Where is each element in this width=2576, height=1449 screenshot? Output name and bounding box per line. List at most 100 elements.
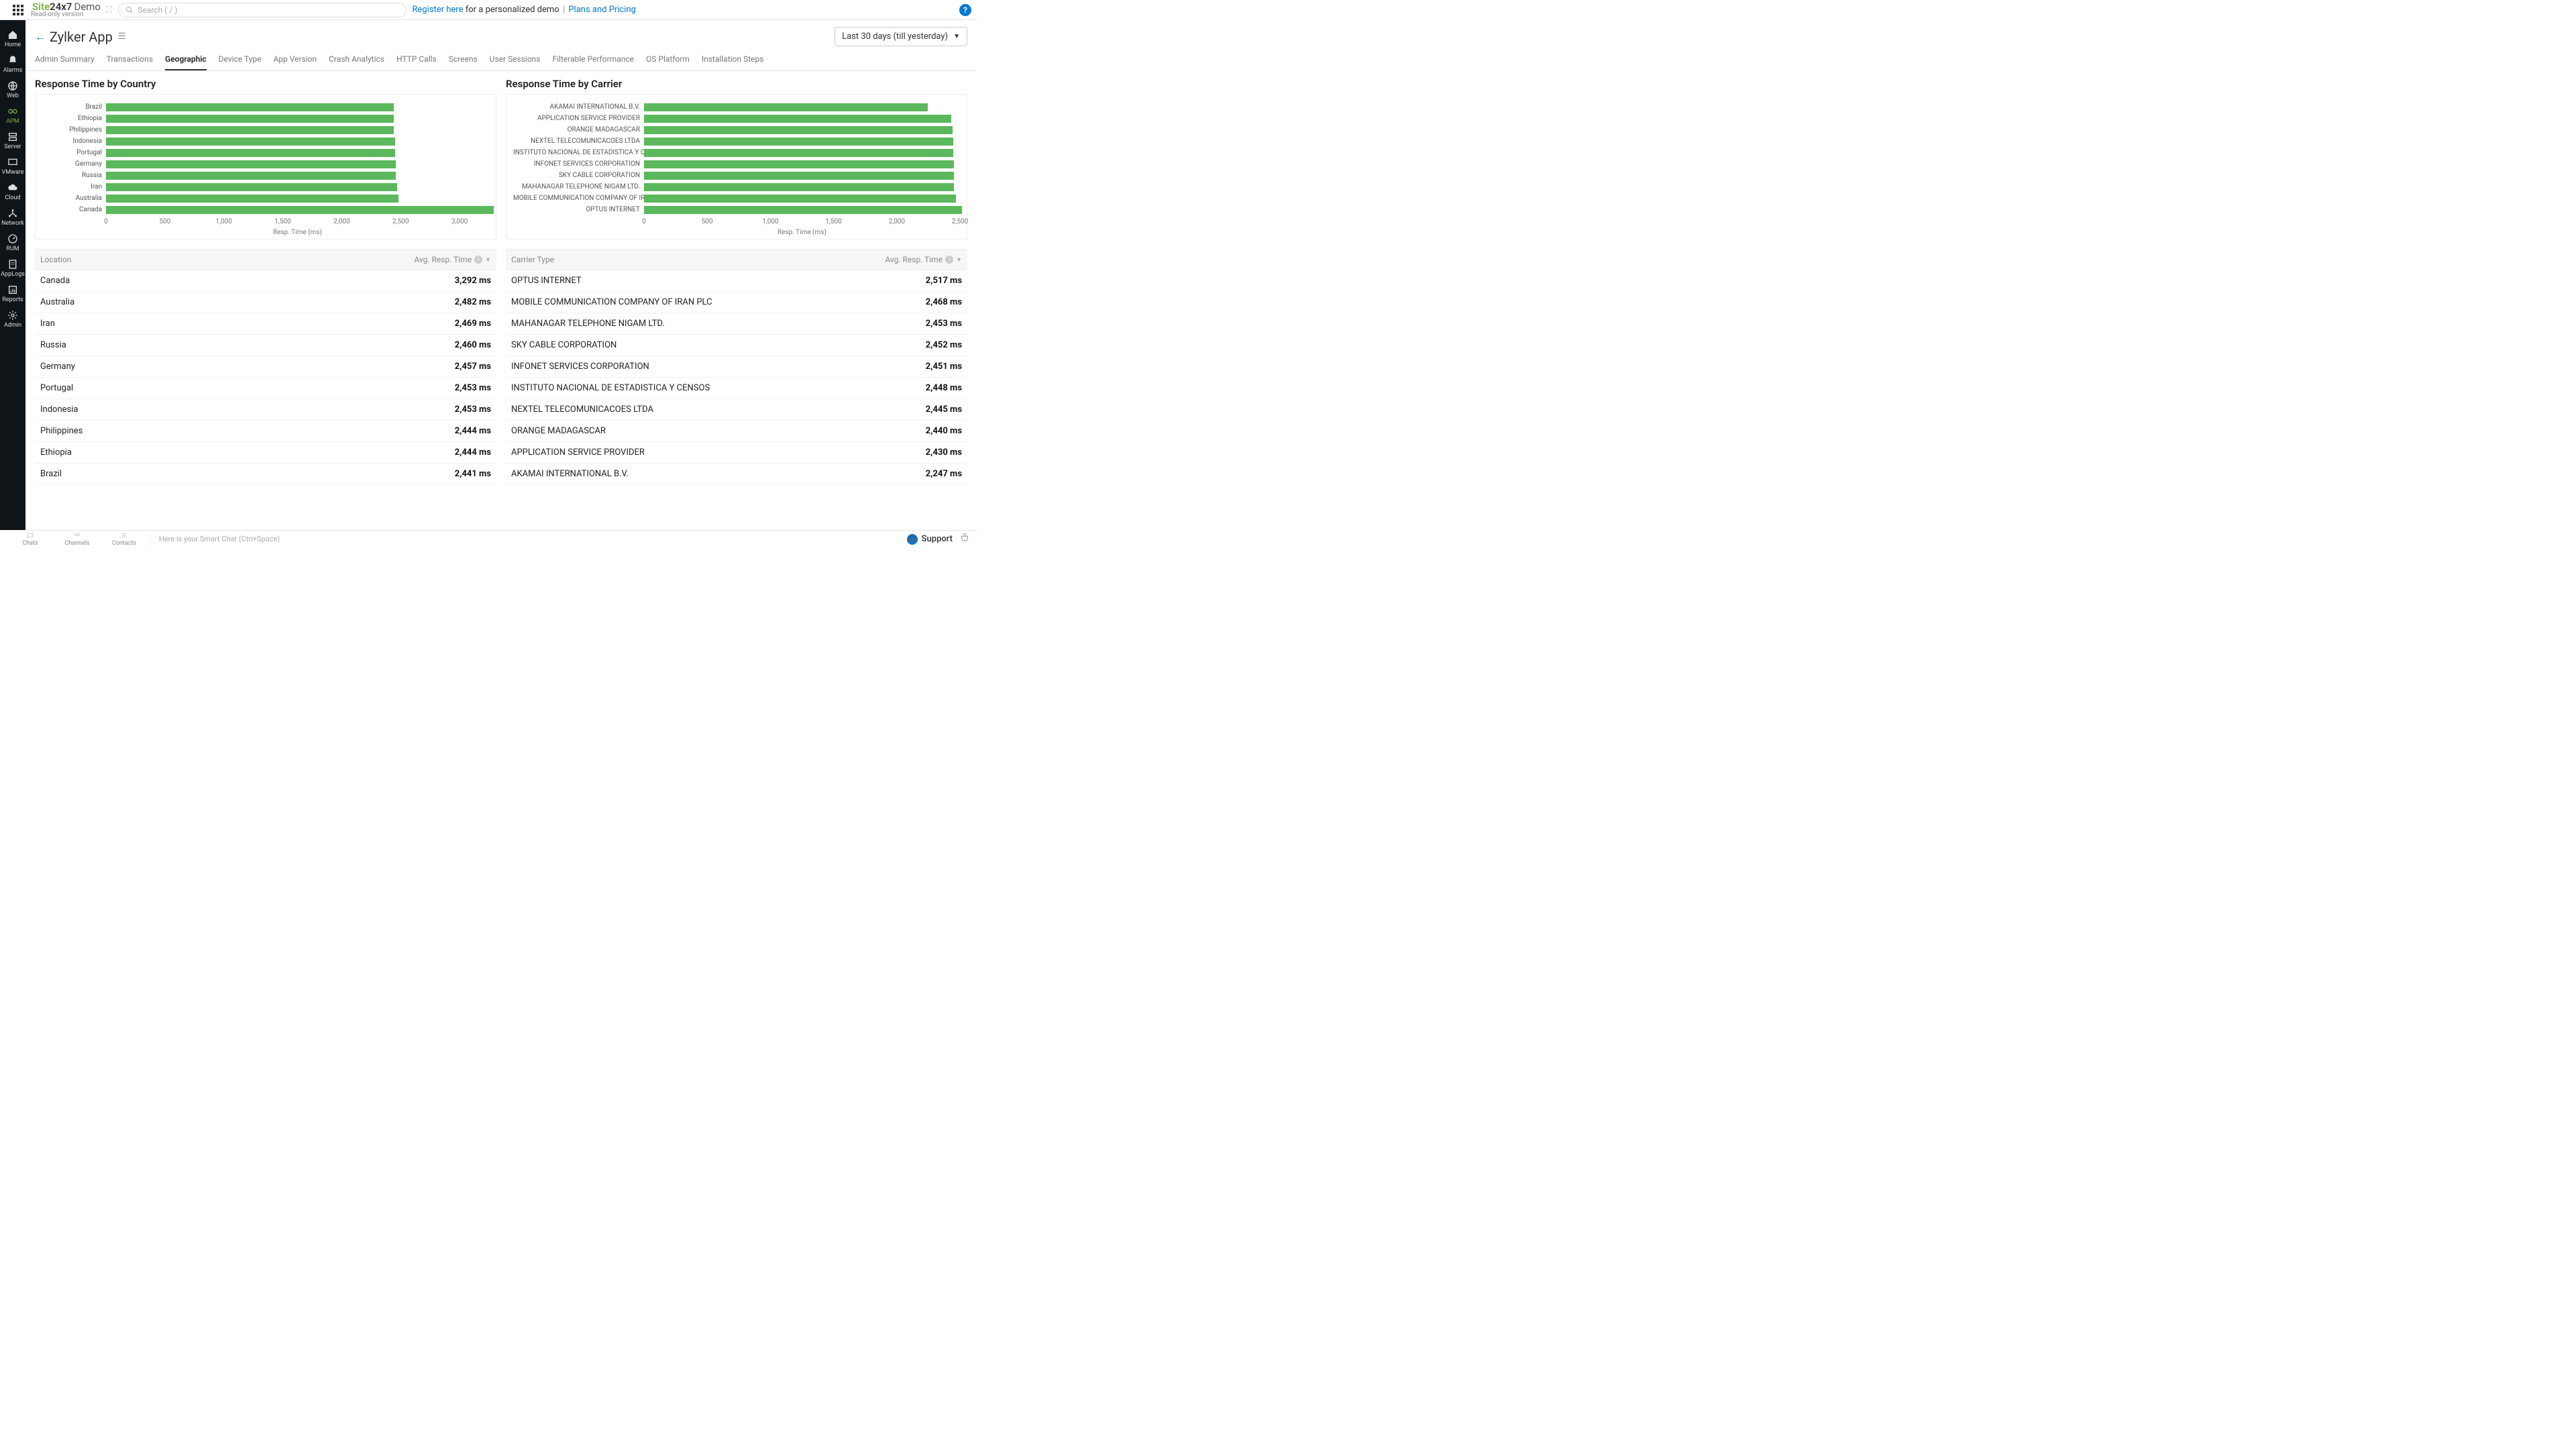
sidebar-item-home[interactable]: Home bbox=[0, 25, 25, 51]
tabs: Admin Summary Transactions Geographic Devic… bbox=[25, 50, 977, 71]
back-arrow-icon[interactable]: ← bbox=[35, 30, 46, 44]
col-carrier-type[interactable]: Carrier Type bbox=[511, 255, 885, 264]
plans-link[interactable]: Plans and Pricing bbox=[568, 5, 636, 15]
bar[interactable] bbox=[644, 149, 953, 157]
menu-icon[interactable]: ☰ bbox=[118, 32, 126, 42]
table-row[interactable]: OPTUS INTERNET2,517 ms bbox=[506, 270, 967, 292]
footer-channels[interactable]: Channels bbox=[54, 532, 101, 547]
time-range-selector[interactable]: Last 30 days (till yesterday) ▼ bbox=[835, 27, 967, 46]
table-row[interactable]: INSTITUTO NACIONAL DE ESTADISTICA Y CENS… bbox=[506, 378, 967, 399]
register-link[interactable]: Register here bbox=[412, 5, 463, 15]
sort-icon[interactable]: ▼ bbox=[956, 256, 962, 264]
tab-screens[interactable]: Screens bbox=[449, 54, 478, 70]
search-input[interactable]: Search ( / ) bbox=[118, 3, 407, 17]
table-row[interactable]: Russia2,460 ms bbox=[35, 335, 496, 356]
bar[interactable] bbox=[644, 172, 954, 180]
bar[interactable] bbox=[106, 160, 396, 168]
table-row[interactable]: SKY CABLE CORPORATION2,452 ms bbox=[506, 335, 967, 356]
bar[interactable] bbox=[644, 206, 962, 214]
table-row[interactable]: MAHANAGAR TELEPHONE NIGAM LTD.2,453 ms bbox=[506, 313, 967, 335]
sidebar-item-network[interactable]: Network bbox=[0, 204, 25, 229]
expand-icon[interactable]: ⛶ bbox=[106, 5, 111, 15]
bar[interactable] bbox=[106, 126, 394, 134]
basket-icon[interactable] bbox=[959, 533, 970, 545]
table-row[interactable]: Australia2,482 ms bbox=[35, 292, 496, 313]
table-row[interactable]: Iran2,469 ms bbox=[35, 313, 496, 335]
support-button[interactable]: 🎧 Support bbox=[907, 534, 953, 545]
sidebar-item-alarms[interactable]: Alarms bbox=[0, 51, 25, 76]
sort-icon[interactable]: ▼ bbox=[485, 256, 491, 264]
sidebar-item-cloud[interactable]: Cloud bbox=[0, 178, 25, 204]
bar[interactable] bbox=[644, 195, 956, 203]
table-row[interactable]: Brazil2,441 ms bbox=[35, 464, 496, 485]
table-row[interactable]: Portugal2,453 ms bbox=[35, 378, 496, 399]
table-row[interactable]: MOBILE COMMUNICATION COMPANY OF IRAN PLC… bbox=[506, 292, 967, 313]
bar[interactable] bbox=[106, 206, 494, 214]
table-row[interactable]: AKAMAI INTERNATIONAL B.V.2,247 ms bbox=[506, 464, 967, 485]
tab-crash-analytics[interactable]: Crash Analytics bbox=[329, 54, 384, 70]
sidebar-item-label: RUM bbox=[6, 246, 19, 252]
sidebar-item-reports[interactable]: Reports bbox=[0, 280, 25, 306]
caret-down-icon: ▼ bbox=[953, 33, 960, 40]
tab-http-calls[interactable]: HTTP Calls bbox=[396, 54, 437, 70]
bar-row: NEXTEL TELECOMUNICACOES LTDA bbox=[513, 136, 960, 147]
x-tick: 3,000 bbox=[451, 218, 468, 225]
tab-admin-summary[interactable]: Admin Summary bbox=[35, 54, 95, 70]
footer-chats[interactable]: Chats bbox=[7, 532, 54, 547]
table-row[interactable]: Ethiopia2,444 ms bbox=[35, 442, 496, 464]
col-avg-resp-time[interactable]: Avg. Resp. Time i ▼ bbox=[414, 255, 491, 264]
sidebar-item-apm[interactable]: APM bbox=[0, 102, 25, 127]
bar[interactable] bbox=[106, 195, 398, 203]
x-tick: 2,000 bbox=[889, 218, 905, 225]
bar[interactable] bbox=[644, 103, 928, 111]
sidebar-item-web[interactable]: Web bbox=[0, 76, 25, 102]
tab-device-type[interactable]: Device Type bbox=[219, 54, 262, 70]
table-row[interactable]: Germany2,457 ms bbox=[35, 356, 496, 378]
table-row[interactable]: Philippines2,444 ms bbox=[35, 421, 496, 442]
bar[interactable] bbox=[644, 115, 951, 123]
tab-os-platform[interactable]: OS Platform bbox=[646, 54, 690, 70]
tab-transactions[interactable]: Transactions bbox=[107, 54, 153, 70]
help-icon[interactable]: ? bbox=[959, 4, 971, 16]
bar[interactable] bbox=[106, 138, 395, 146]
info-icon[interactable]: i bbox=[474, 256, 482, 264]
col-avg-resp-time-carrier[interactable]: Avg. Resp. Time i ▼ bbox=[885, 255, 962, 264]
sidebar-item-vmware[interactable]: VMware bbox=[0, 153, 25, 178]
table-row[interactable]: Canada3,292 ms bbox=[35, 270, 496, 292]
tab-user-sessions[interactable]: User Sessions bbox=[490, 54, 541, 70]
sidebar-item-applogs[interactable]: AppLogs bbox=[0, 255, 25, 280]
smart-chat-input[interactable]: Here is your Smart Chat (Ctrl+Space) bbox=[159, 535, 280, 543]
bar-row: Philippines bbox=[42, 124, 489, 136]
tab-filterable-performance[interactable]: Filterable Performance bbox=[553, 54, 635, 70]
footer-contacts[interactable]: Contacts bbox=[101, 532, 148, 547]
table-row[interactable]: APPLICATION SERVICE PROVIDER2,430 ms bbox=[506, 442, 967, 464]
col-avg-resp-time-label: Avg. Resp. Time bbox=[414, 255, 472, 264]
table-row[interactable]: NEXTEL TELECOMUNICACOES LTDA2,445 ms bbox=[506, 399, 967, 421]
bar[interactable] bbox=[106, 172, 396, 180]
table-row[interactable]: Indonesia2,453 ms bbox=[35, 399, 496, 421]
bar-label: MOBILE COMMUNICATION COMPANY OF IRAN PLC bbox=[513, 195, 644, 202]
table-row[interactable]: INFONET SERVICES CORPORATION2,451 ms bbox=[506, 356, 967, 378]
info-icon[interactable]: i bbox=[945, 256, 953, 264]
sidebar-item-rum[interactable]: RUM bbox=[0, 229, 25, 255]
apps-icon[interactable] bbox=[5, 5, 31, 15]
bar-row: AKAMAI INTERNATIONAL B.V. bbox=[513, 101, 960, 113]
bar-row: INSTITUTO NACIONAL DE ESTADISTICA Y CENS… bbox=[513, 147, 960, 158]
bar[interactable] bbox=[644, 160, 954, 168]
bar[interactable] bbox=[644, 183, 954, 191]
col-location[interactable]: Location bbox=[40, 255, 414, 264]
tab-installation-steps[interactable]: Installation Steps bbox=[702, 54, 764, 70]
tab-geographic[interactable]: Geographic bbox=[165, 54, 207, 70]
bar-row: APPLICATION SERVICE PROVIDER bbox=[513, 113, 960, 124]
bar[interactable] bbox=[106, 115, 394, 123]
bar[interactable] bbox=[644, 126, 953, 134]
chart-title-country: Response Time by Country bbox=[35, 78, 496, 90]
bar[interactable] bbox=[106, 183, 397, 191]
bar[interactable] bbox=[644, 138, 953, 146]
tab-app-version[interactable]: App Version bbox=[273, 54, 317, 70]
sidebar-item-admin[interactable]: Admin bbox=[0, 306, 25, 331]
bar[interactable] bbox=[106, 103, 394, 111]
table-row[interactable]: ORANGE MADAGASCAR2,440 ms bbox=[506, 421, 967, 442]
bar[interactable] bbox=[106, 149, 395, 157]
sidebar-item-server[interactable]: Server bbox=[0, 127, 25, 153]
